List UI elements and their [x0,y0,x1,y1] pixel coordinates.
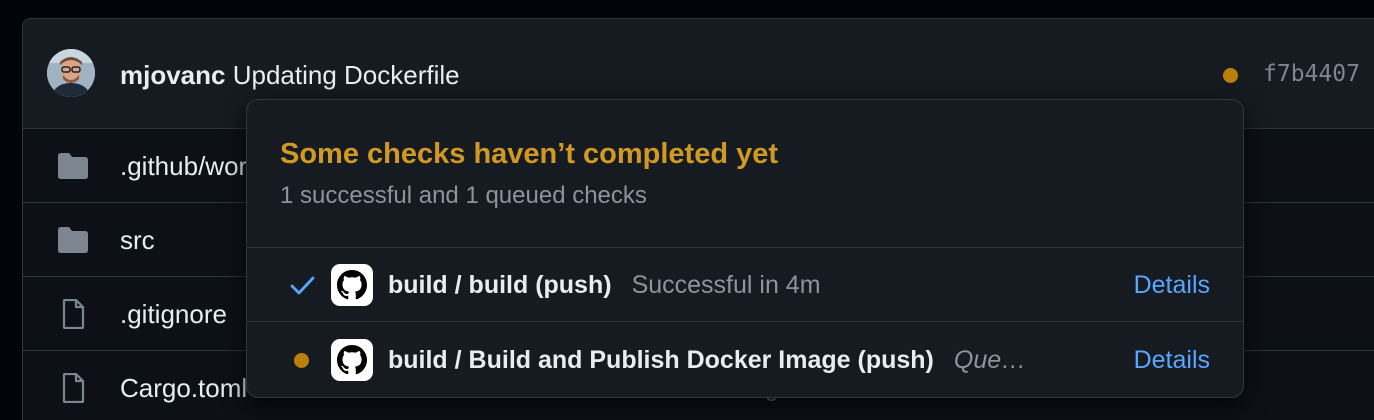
github-logo-icon [331,339,373,381]
check-details-link[interactable]: Details [1134,270,1210,300]
check-text: build / Build and Publish Docker Image (… [388,345,1026,375]
commit-author-link[interactable]: mjovanc [120,60,226,90]
commit-message-link[interactable]: Updating Dockerfile [233,60,460,90]
commit-sha-link[interactable]: f7b4407 [1263,61,1360,87]
checks-title: Some checks haven’t completed yet [280,138,779,170]
check-icon [290,276,315,295]
checks-popover: Some checks haven’t completed yet 1 succ… [246,99,1244,398]
check-description: Que… [953,346,1027,374]
file-name-link[interactable]: src [120,225,155,255]
folder-icon [58,227,88,253]
folder-icon [58,153,88,179]
check-details-link[interactable]: Details [1134,345,1210,375]
author-avatar[interactable] [47,49,95,97]
file-name-link[interactable]: Cargo.toml [120,373,247,403]
commit-summary: mjovanc Updating Dockerfile [120,60,460,90]
checks-summary: 1 successful and 1 queued checks [280,182,647,209]
check-row: build / Build and Publish Docker Image (… [247,323,1243,397]
queued-dot-icon [294,353,309,368]
check-name: build / build (push) [388,271,612,299]
github-logo-icon [331,264,373,306]
checks-popover-header: Some checks haven’t completed yet 1 succ… [247,100,1243,248]
check-description: Successful in 4m [631,271,821,299]
check-text: build / build (push) Successful in 4m [388,270,821,300]
file-name-link[interactable]: .gitignore [120,299,227,329]
check-row: build / build (push) Successful in 4m Det… [247,248,1243,322]
commit-status-dot-icon[interactable] [1223,68,1238,83]
check-name: build / Build and Publish Docker Image (… [388,346,934,374]
file-icon [62,373,85,403]
file-icon [62,299,85,329]
